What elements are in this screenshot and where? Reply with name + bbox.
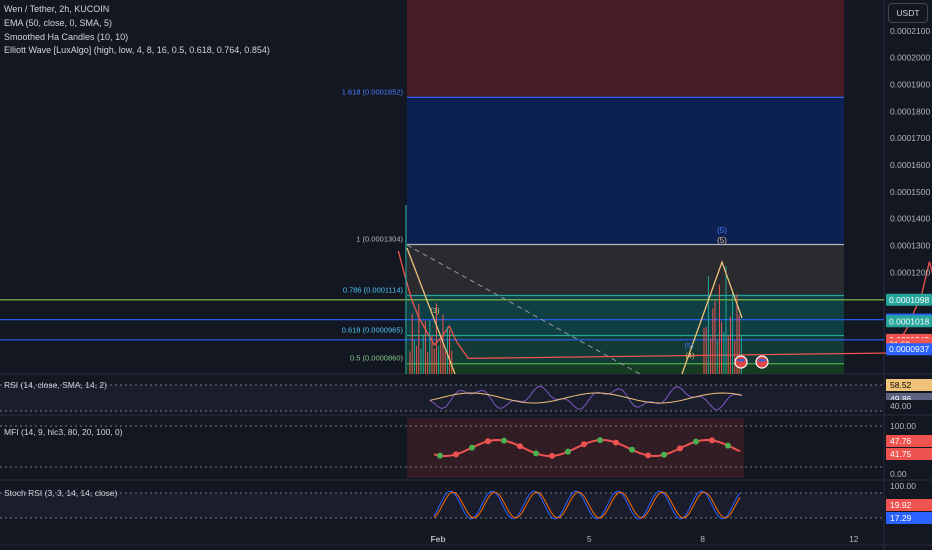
currency-button[interactable]: USDT <box>888 3 928 23</box>
stoch-value-text: 19.92 <box>890 500 912 510</box>
mfi-dot <box>613 439 619 446</box>
fib-zone-0786-0618 <box>407 295 844 336</box>
mfi-dot <box>661 451 667 458</box>
rsi-value-text: 58.52 <box>890 380 912 390</box>
indicator-ema-label[interactable]: EMA (50, close, 0, SMA, 5) <box>4 17 112 29</box>
price-axis-label: 0.0002100 <box>890 26 930 36</box>
price-axis-label: 0.0001500 <box>890 187 930 197</box>
mfi-dot <box>501 437 507 444</box>
mfi-dot <box>725 442 731 449</box>
mfi-dot <box>533 450 539 457</box>
wave-label: (5) <box>684 341 694 350</box>
fib-label: 0.786 (0.0001114) <box>343 286 404 295</box>
time-axis-label: 8 <box>700 534 705 544</box>
mfi-title: MFI (14, 9, hlc3, 80, 20, 100, 0) <box>4 427 123 437</box>
indicator-ha-candles-label[interactable]: Smoothed Ha Candles (10, 10) <box>4 31 128 43</box>
fib-zone-1-0786 <box>407 244 844 296</box>
fib-label: 0.618 (0.0000965) <box>342 326 404 335</box>
target-zone-blue <box>407 97 844 245</box>
price-tag-text: 0.0001018 <box>889 316 929 326</box>
wave-label: (5) <box>717 226 727 235</box>
mfi-dot <box>517 443 523 450</box>
price-axis-label: 0.0001700 <box>890 133 930 143</box>
rsi-band <box>0 385 884 411</box>
price-axis-label: 0.0002000 <box>890 53 930 63</box>
event-flag-icon <box>734 355 748 369</box>
mfi-value-text: 41.75 <box>890 449 912 459</box>
mfi-value-text: 47.76 <box>890 436 912 446</box>
mfi-axis-label: 0.00 <box>890 469 907 479</box>
wave-label: (5) <box>717 236 727 245</box>
indicator-elliott-wave-label[interactable]: Elliott Wave [LuxAlgo] (high, low, 4, 8,… <box>4 44 270 56</box>
mfi-axis-label: 100.00 <box>890 421 916 431</box>
rsi-title: RSI (14, close, SMA, 14, 2) <box>4 380 107 390</box>
event-flag-icon <box>737 359 745 362</box>
symbol-title[interactable]: Wen / Tether, 2h, KUCOIN <box>4 3 109 15</box>
wave-label: (4) <box>685 351 695 360</box>
stoch-title: Stoch RSI (3, 3, 14, 14, close) <box>4 488 118 498</box>
mfi-dot <box>485 438 491 445</box>
mfi-dot <box>629 446 635 453</box>
price-tag-text: 0.0001098 <box>889 295 929 305</box>
stoch-value-text: 17.29 <box>890 513 912 523</box>
fib-label: 0.5 (0.0000860) <box>350 354 403 363</box>
mfi-dot <box>693 438 699 445</box>
price-tag-text: 0.0000937 <box>889 344 929 354</box>
rsi-value-text: 40.00 <box>890 401 912 411</box>
mfi-dot <box>581 441 587 448</box>
chart-canvas[interactable]: 1.618 (0.0001852) 1 (0.0001304) 0.786 (0.0… <box>0 0 932 550</box>
fib-label: 1.618 (0.0001852) <box>342 87 404 96</box>
mfi-dot <box>709 437 715 444</box>
mfi-dot <box>597 437 603 444</box>
price-axis-label: 0.0001800 <box>890 106 930 116</box>
mfi-dot <box>677 445 683 452</box>
time-axis-label: 5 <box>587 534 592 544</box>
price-axis-label: 0.0001600 <box>890 160 930 170</box>
fib-label: 1 (0.0001304) <box>356 235 403 244</box>
event-flag-icon <box>755 355 769 369</box>
fib-zone-below-05 <box>407 363 844 374</box>
price-axis-label: 0.0001400 <box>890 214 930 224</box>
event-flag-icon <box>758 359 766 362</box>
time-axis-label: Feb <box>430 534 445 544</box>
price-axis-label: 0.0001900 <box>890 79 930 89</box>
target-zone-red <box>407 0 844 98</box>
mfi-dot <box>453 451 459 458</box>
price-axis-label: 0.0001300 <box>890 241 930 251</box>
mfi-dot <box>645 452 651 459</box>
mfi-dot <box>469 444 475 451</box>
price-axis-label: 0.0001200 <box>890 267 930 277</box>
mfi-dot <box>437 452 443 459</box>
mfi-dot <box>565 448 571 455</box>
stoch-axis-label: 100.00 <box>890 481 916 491</box>
time-axis-label: 12 <box>849 534 859 544</box>
mfi-dot <box>549 452 555 459</box>
wave-label: (3) <box>430 306 440 315</box>
